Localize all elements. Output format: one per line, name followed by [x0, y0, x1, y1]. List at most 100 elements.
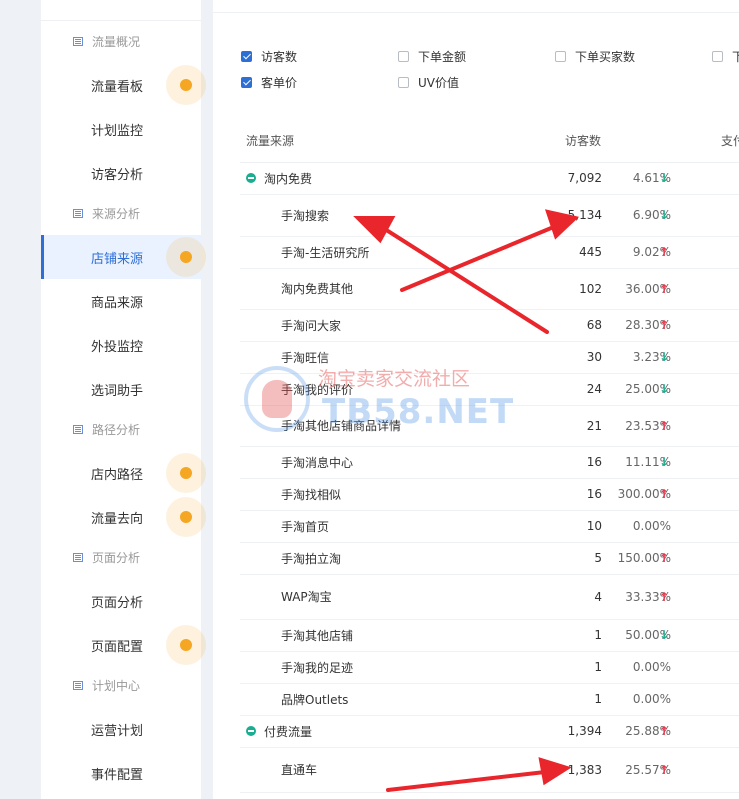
- checkbox-avg-order-value[interactable]: 客单价: [241, 74, 297, 90]
- sidebar-item-label: 事件配置: [91, 767, 144, 783]
- collapse-icon[interactable]: [246, 173, 256, 183]
- sidebar-item-label: 计划监控: [91, 123, 144, 139]
- trend-up-icon: ↑: [659, 418, 670, 433]
- visitor-count: 1: [594, 628, 602, 642]
- checkbox-box[interactable]: [398, 76, 409, 88]
- checkbox-box[interactable]: [241, 50, 252, 62]
- source-name: 手淘我的足迹: [281, 651, 353, 683]
- checkbox-box[interactable]: [712, 50, 723, 62]
- source-name: 手淘拍立淘: [281, 542, 341, 574]
- sidebar-item-label: 访客分析: [91, 167, 144, 183]
- source-name-text: 手淘其他店铺商品详情: [281, 419, 402, 433]
- source-name[interactable]: 淘内免费: [246, 162, 312, 194]
- visitor-count: 5,134: [567, 208, 602, 222]
- checkbox-uv-value[interactable]: UV价值: [398, 74, 459, 90]
- table-row: 手淘其他店铺商品详情 21 23.53% ↑: [240, 405, 739, 447]
- checkbox-box[interactable]: [555, 50, 566, 62]
- source-name: 手淘消息中心: [281, 446, 353, 478]
- sidebar-group-page-analysis: 页面分析: [73, 547, 140, 567]
- header-payment[interactable]: 支付: [721, 128, 739, 154]
- source-name: 手淘问大家: [281, 309, 341, 341]
- table-row: 手淘我的评价 24 25.00% ↓: [240, 373, 739, 406]
- source-name: 直通车: [281, 747, 317, 792]
- source-name-text: 手淘首页: [281, 519, 330, 534]
- page-gutter: [0, 0, 41, 799]
- trend-down-icon: ↓: [659, 171, 670, 185]
- visitor-count: 16: [586, 487, 602, 501]
- trend-up-icon: ↑: [659, 551, 670, 565]
- trend-up-icon: ↑: [659, 589, 670, 604]
- sidebar-item-event-config[interactable]: 事件配置: [41, 751, 201, 795]
- checkbox-label: UV价值: [418, 75, 459, 90]
- sidebar-item-label: 店内路径: [91, 467, 144, 483]
- checkbox-box[interactable]: [241, 76, 252, 88]
- checkbox-label: 下: [732, 49, 739, 64]
- visitor-count: 68: [586, 318, 602, 332]
- source-name-text: 手淘搜索: [281, 208, 330, 223]
- change-percent: 0.00%: [632, 692, 671, 706]
- sidebar-item-keyword-helper[interactable]: 选词助手: [41, 367, 201, 411]
- header-visitors[interactable]: 访客数: [565, 128, 601, 154]
- source-name-text: 手淘找相似: [281, 487, 342, 502]
- sidebar-item-label: 外投监控: [91, 339, 144, 355]
- table-row: 手淘消息中心 16 11.11% ↓: [240, 446, 739, 479]
- source-name-text: 淘内免费: [264, 171, 313, 186]
- checkbox-label: 访客数: [261, 49, 298, 64]
- source-name-text: 手淘拍立淘: [281, 551, 342, 566]
- source-name[interactable]: 付费流量: [246, 715, 312, 747]
- sidebar-item-operation-plan[interactable]: 运营计划: [41, 707, 201, 751]
- source-name-text: 手淘-生活研究所: [281, 245, 370, 260]
- source-name-text: 手淘旺信: [281, 350, 330, 365]
- sidebar-item-visitor-analysis[interactable]: 访客分析: [41, 151, 201, 195]
- report-icon: [73, 208, 83, 218]
- checkbox-box[interactable]: [398, 50, 409, 62]
- sidebar-group-label: 来源分析: [92, 206, 141, 221]
- trend-up-icon: ↑: [659, 318, 670, 332]
- sidebar-group-label: 页面分析: [92, 550, 141, 565]
- trend-down-icon: ↓: [659, 350, 670, 364]
- sidebar-item-external-monitor[interactable]: 外投监控: [41, 323, 201, 367]
- header-source: 流量来源: [246, 134, 295, 148]
- table-row: 手淘搜索 5,134 6.90% ↓: [240, 194, 739, 237]
- sidebar-item-label: 商品来源: [91, 295, 144, 311]
- table-row: WAP淘宝 4 33.33% ↑: [240, 574, 739, 620]
- checkbox-visitors[interactable]: 访客数: [241, 48, 297, 64]
- table-row: 淘内免费其他 102 36.00% ↑: [240, 268, 739, 310]
- trend-up-icon: ↑: [659, 245, 670, 259]
- collapse-icon[interactable]: [246, 726, 256, 736]
- source-name: 手淘我的评价: [281, 373, 353, 405]
- sidebar-item-label: 页面配置: [91, 639, 144, 655]
- sidebar-top: [41, 0, 201, 21]
- checkbox-order-buyers[interactable]: 下单买家数: [555, 48, 635, 64]
- sidebar-group-label: 路径分析: [92, 422, 141, 437]
- sidebar-group-label: 计划中心: [92, 678, 141, 693]
- trend-up-icon: ↑: [659, 281, 670, 296]
- source-name-text: 手淘我的足迹: [281, 660, 354, 675]
- table-row: 手淘其他店铺 1 50.00% ↓: [240, 619, 739, 652]
- table-row: 手淘旺信 30 3.23% ↓: [240, 341, 739, 374]
- sidebar-item-product-source[interactable]: 商品来源: [41, 279, 201, 323]
- sidebar-item-label: 选词助手: [91, 383, 144, 399]
- report-icon: [73, 424, 83, 434]
- trend-up-icon: ↑: [659, 762, 670, 777]
- sidebar-item-plan-monitor[interactable]: 计划监控: [41, 107, 201, 151]
- source-name-text: 付费流量: [264, 724, 313, 739]
- trend-up-icon: ↑: [659, 724, 670, 738]
- source-name: 手淘搜索: [281, 194, 329, 236]
- main-panel: 访客数 下单金额 下单买家数 下 客单价 UV价值 流量来源 访客数 支付 淘内…: [213, 0, 739, 799]
- report-icon: [73, 552, 83, 562]
- sidebar-item-page-analysis[interactable]: 页面分析: [41, 579, 201, 623]
- trend-down-icon: ↓: [659, 628, 670, 642]
- sidebar-group-path-analysis: 路径分析: [73, 419, 140, 439]
- table-row: 手淘首页 10 0.00%: [240, 510, 739, 543]
- checkbox-more[interactable]: 下: [712, 48, 739, 64]
- visitor-count: 4: [594, 589, 602, 604]
- checkbox-order-amount[interactable]: 下单金额: [398, 48, 466, 64]
- change-percent: 0.00%: [632, 660, 671, 674]
- table-row: 手淘-生活研究所 445 9.02% ↑: [240, 236, 739, 269]
- visitor-count: 10: [586, 519, 602, 533]
- visitor-count: 21: [586, 418, 602, 433]
- trend-down-icon: ↓: [659, 455, 670, 469]
- visitor-count: 102: [579, 281, 602, 296]
- visitor-count: 1: [594, 660, 602, 674]
